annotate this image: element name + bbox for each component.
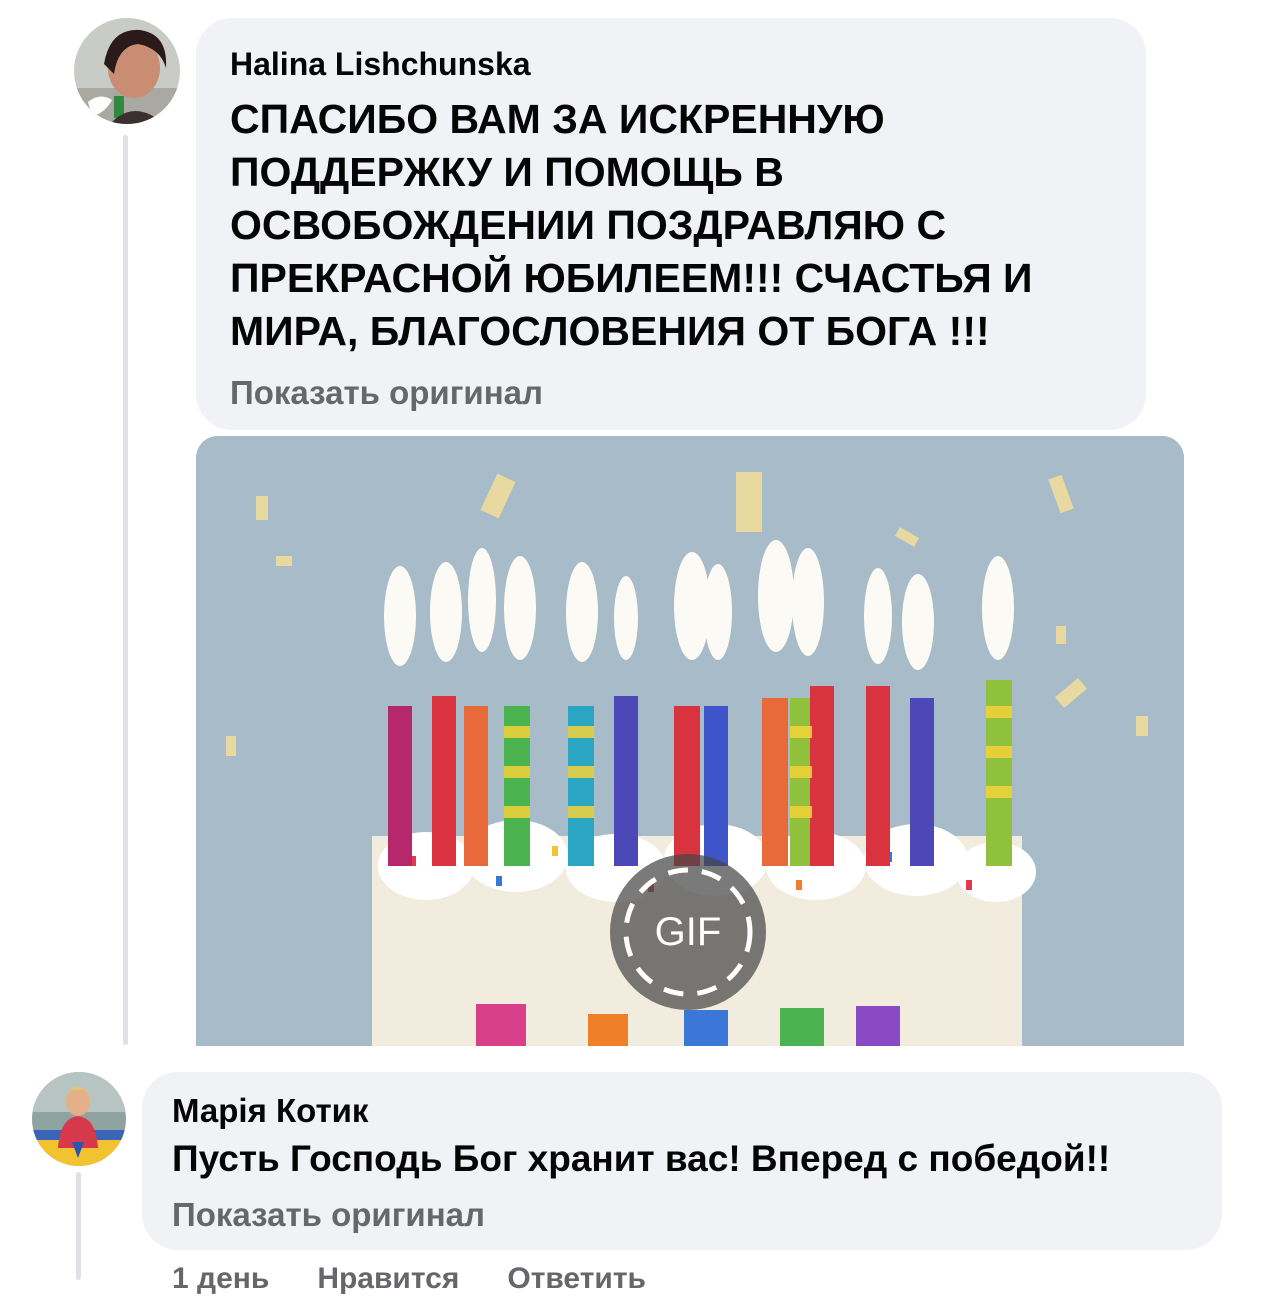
gif-play-badge[interactable]: GIF <box>610 854 766 1010</box>
comment-author[interactable]: Halina Lishchunska <box>230 46 531 83</box>
comment-line: ПОДДЕРЖКУ И ПОМОЩЬ В <box>230 149 784 195</box>
comment-text: Пусть Господь Бог хранит вас! Вперед с п… <box>172 1138 1111 1179</box>
reply-button[interactable]: Ответить <box>507 1262 646 1295</box>
reply-thread-line <box>123 135 128 1045</box>
like-button[interactable]: Нравится <box>317 1262 459 1295</box>
comment-actions: 1 день Нравится Ответить <box>172 1262 694 1296</box>
show-original-link[interactable]: Показать оригинал <box>230 374 543 412</box>
comment-bubble: Halina Lishchunska СПАСИБО ВАМ ЗА ИСКРЕН… <box>196 18 1146 430</box>
comment-line: ПРЕКРАСНОЙ ЮБИЛЕЕМ!!! СЧАСТЬЯ И <box>230 255 1033 301</box>
user-avatar-photo-icon <box>74 18 180 124</box>
comment-line: СПАСИБО ВАМ ЗА ИСКРЕННУЮ <box>230 96 885 142</box>
comment-timestamp: 1 день <box>172 1262 270 1295</box>
gif-label: GIF <box>654 910 722 954</box>
comment-line: МИРА, БЛАГОСЛОВЕНИЯ ОТ БОГА !!! <box>230 308 990 354</box>
comment-bubble: Марія Котик Пусть Господь Бог хранит вас… <box>142 1072 1222 1250</box>
comment-line: ОСВОБОЖДЕНИИ ПОЗДРАВЛЯЮ С <box>230 202 947 248</box>
comment-author[interactable]: Марія Котик <box>172 1092 368 1130</box>
reply-thread-line <box>76 1172 81 1280</box>
show-original-link[interactable]: Показать оригинал <box>172 1196 485 1234</box>
avatar[interactable] <box>32 1072 126 1166</box>
avatar[interactable] <box>74 18 180 124</box>
user-avatar-photo-icon <box>32 1072 126 1166</box>
